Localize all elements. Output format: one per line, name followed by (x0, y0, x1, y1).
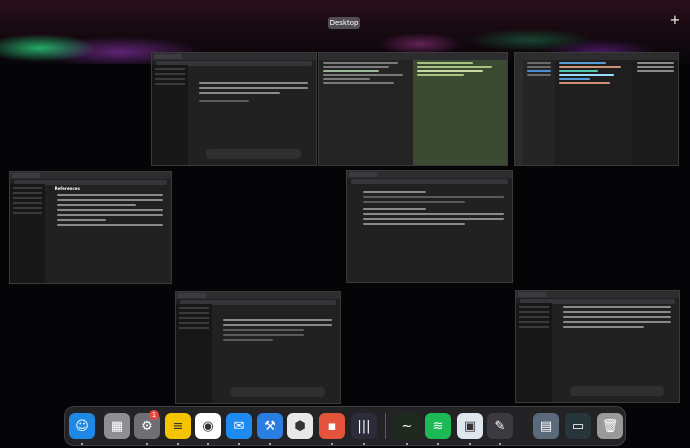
cube-app-dock-item[interactable]: ⬢ (287, 413, 313, 439)
activity-bar (515, 60, 523, 165)
running-indicator (81, 443, 83, 445)
add-desktop-button[interactable]: + (669, 14, 681, 28)
pen-app-dock-item[interactable]: ✎ (487, 413, 513, 439)
spotify-icon: ≋ (432, 418, 444, 434)
chatgpt-window-top-left[interactable] (151, 52, 317, 166)
running-indicator (238, 443, 240, 445)
window-thumbnail-icon: ▭ (571, 418, 585, 434)
folder-stack-icon: ▤ (539, 418, 553, 434)
finder-dock-item[interactable]: ☺ (69, 413, 95, 439)
chat-panel (633, 60, 678, 165)
pen-icon: ✎ (494, 418, 506, 434)
chat-sidebar (152, 65, 189, 165)
cube-icon: ⬢ (294, 418, 306, 434)
activity-monitor-icon: ~ (401, 418, 413, 434)
chat-main (191, 65, 316, 165)
mail-icon: ✉ (233, 418, 245, 434)
terminal-window-top-center[interactable] (318, 52, 508, 166)
running-indicator (177, 443, 179, 445)
vscode-window-top-right[interactable] (514, 52, 679, 166)
chatgpt-references-window[interactable]: References (9, 171, 172, 284)
running-indicator (331, 443, 333, 445)
preview-dock-item[interactable]: ▣ (457, 413, 483, 439)
preview-icon: ▣ (463, 418, 477, 434)
red-app-dock-item[interactable]: ▪ (319, 413, 345, 439)
message-composer (206, 149, 302, 159)
audio-bars-icon: ||| (357, 418, 371, 434)
trash-icon: 🗑 (601, 418, 619, 434)
running-indicator (499, 443, 501, 445)
gear-icon: ⚙ (141, 418, 153, 434)
launchpad-dock-item[interactable]: ▦ (104, 413, 130, 439)
dock-separator (385, 413, 386, 439)
chrome-dock-item[interactable]: ◉ (195, 413, 221, 439)
running-indicator (437, 443, 439, 445)
chatgpt-window-bottom-right[interactable] (515, 290, 680, 403)
chrome-icon: ◉ (202, 418, 214, 434)
trash-dock-item[interactable]: 🗑 (597, 413, 623, 439)
chatgpt-table-window[interactable] (346, 170, 513, 283)
references-heading: References (54, 186, 80, 191)
notes-icon: ≡ (172, 418, 184, 434)
recent-window-dock-item[interactable]: ▭ (565, 413, 591, 439)
running-indicator (207, 443, 209, 445)
mail-dock-item[interactable]: ✉ (226, 413, 252, 439)
red-app-icon: ▪ (327, 418, 337, 434)
terminal-pane-left (319, 60, 413, 165)
desktop-space-label[interactable]: Desktop (328, 17, 360, 29)
terminal-pane-right (413, 60, 507, 165)
activity-monitor-dock-item[interactable]: ~ (394, 413, 420, 439)
editor-pane (555, 60, 633, 165)
notes-dock-item[interactable]: ≡ (165, 413, 191, 439)
finder-icon: ☺ (75, 418, 89, 434)
xcode-icon: ⚒ (264, 418, 276, 434)
launchpad-icon: ▦ (110, 418, 124, 434)
running-indicator (269, 443, 271, 445)
chat-sidebar (10, 184, 46, 283)
notification-badge: 1 (149, 410, 159, 420)
xcode-dock-item[interactable]: ⚒ (257, 413, 283, 439)
browser-tab-strip (152, 53, 316, 60)
spotify-dock-item[interactable]: ≋ (425, 413, 451, 439)
chatgpt-window-bottom-center[interactable] (175, 291, 341, 404)
running-indicator (146, 443, 148, 445)
explorer-panel (523, 60, 555, 165)
audio-app-dock-item[interactable]: ||| (351, 413, 377, 439)
running-indicator (363, 443, 365, 445)
running-indicator (469, 443, 471, 445)
downloads-stack-dock-item[interactable]: ▤ (533, 413, 559, 439)
running-indicator (406, 443, 408, 445)
